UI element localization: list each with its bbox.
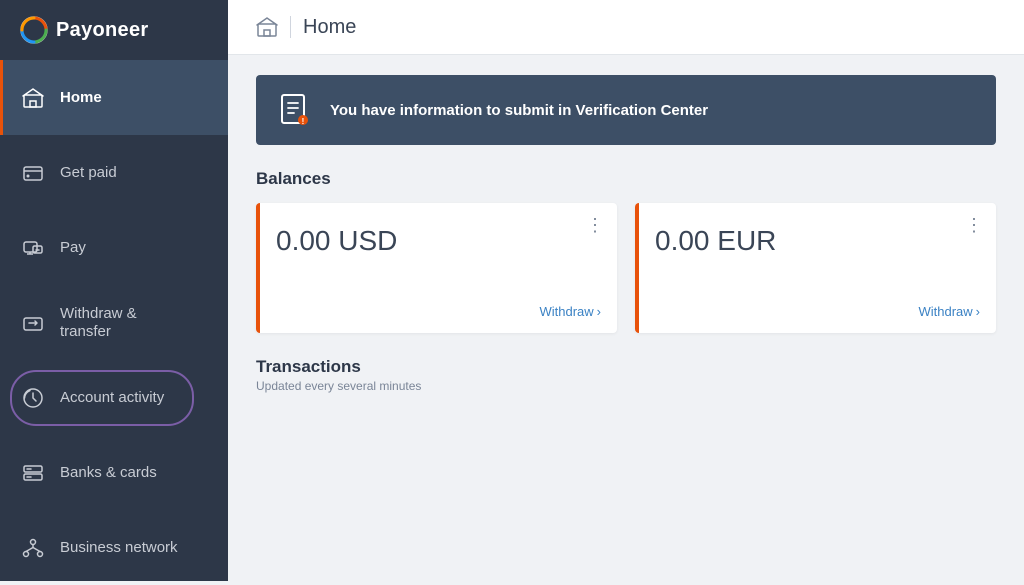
header-divider <box>290 16 291 38</box>
logo-text: Payoneer <box>56 19 148 42</box>
content-area: ! You have information to submit in Veri… <box>228 55 1024 581</box>
balance-amount-eur: 0.00 EUR <box>655 225 980 294</box>
sidebar-item-pay-label: Pay <box>60 239 86 257</box>
sidebar-item-get-paid-label: Get paid <box>60 164 117 182</box>
banner-text: You have information to submit in Verifi… <box>330 102 708 119</box>
chevron-right-icon: › <box>976 304 980 319</box>
page-header: Home <box>228 0 1024 55</box>
header-home-icon <box>256 16 278 38</box>
balances-row: ⋮ 0.00 USD Withdraw › ⋮ 0.00 EUR Withdra… <box>256 203 996 333</box>
page-title: Home <box>303 16 356 39</box>
banner-icon: ! <box>276 91 314 129</box>
banks-cards-icon <box>20 460 46 486</box>
svg-text:!: ! <box>302 117 305 126</box>
home-icon <box>20 85 46 111</box>
sidebar-item-banks-cards-label: Banks & cards <box>60 464 157 482</box>
sidebar-item-business-network-label: Business network <box>60 539 178 557</box>
balance-amount-usd: 0.00 USD <box>276 225 601 294</box>
withdraw-icon <box>20 310 46 336</box>
sidebar: Payoneer Home Get paid <box>0 0 228 581</box>
chevron-right-icon: › <box>597 304 601 319</box>
transactions-title: Transactions <box>256 357 996 377</box>
logo-area: Payoneer <box>0 0 228 60</box>
balance-card-eur-menu[interactable]: ⋮ <box>965 215 984 236</box>
balance-card-usd-menu[interactable]: ⋮ <box>586 215 605 236</box>
sidebar-item-pay[interactable]: Pay <box>0 210 228 285</box>
get-paid-icon <box>20 160 46 186</box>
balance-withdraw-usd[interactable]: Withdraw › <box>539 304 601 319</box>
balance-withdraw-eur[interactable]: Withdraw › <box>918 304 980 319</box>
sidebar-item-account-activity[interactable]: Account activity <box>0 360 228 435</box>
sidebar-item-home-label: Home <box>60 89 102 107</box>
main-content: Home ! You have information to submit in… <box>228 0 1024 581</box>
account-activity-icon <box>20 385 46 411</box>
pay-icon <box>20 235 46 261</box>
sidebar-item-business-network[interactable]: Business network <box>0 510 228 585</box>
sidebar-item-home[interactable]: Home <box>0 60 228 135</box>
business-network-icon <box>20 535 46 561</box>
sidebar-item-get-paid[interactable]: Get paid <box>0 135 228 210</box>
balance-card-eur: ⋮ 0.00 EUR Withdraw › <box>635 203 996 333</box>
sidebar-nav: Home Get paid <box>0 60 228 585</box>
sidebar-item-account-activity-label: Account activity <box>60 389 164 407</box>
balances-section-title: Balances <box>256 169 996 189</box>
sidebar-item-withdraw[interactable]: Withdraw & transfer <box>0 285 228 360</box>
balance-card-usd: ⋮ 0.00 USD Withdraw › <box>256 203 617 333</box>
payoneer-logo-icon <box>20 16 48 44</box>
verification-banner[interactable]: ! You have information to submit in Veri… <box>256 75 996 145</box>
transactions-subtitle: Updated every several minutes <box>256 379 996 393</box>
sidebar-item-withdraw-label: Withdraw & transfer <box>60 305 137 341</box>
transactions-section: Transactions Updated every several minut… <box>256 357 996 393</box>
sidebar-item-banks-cards[interactable]: Banks & cards <box>0 435 228 510</box>
